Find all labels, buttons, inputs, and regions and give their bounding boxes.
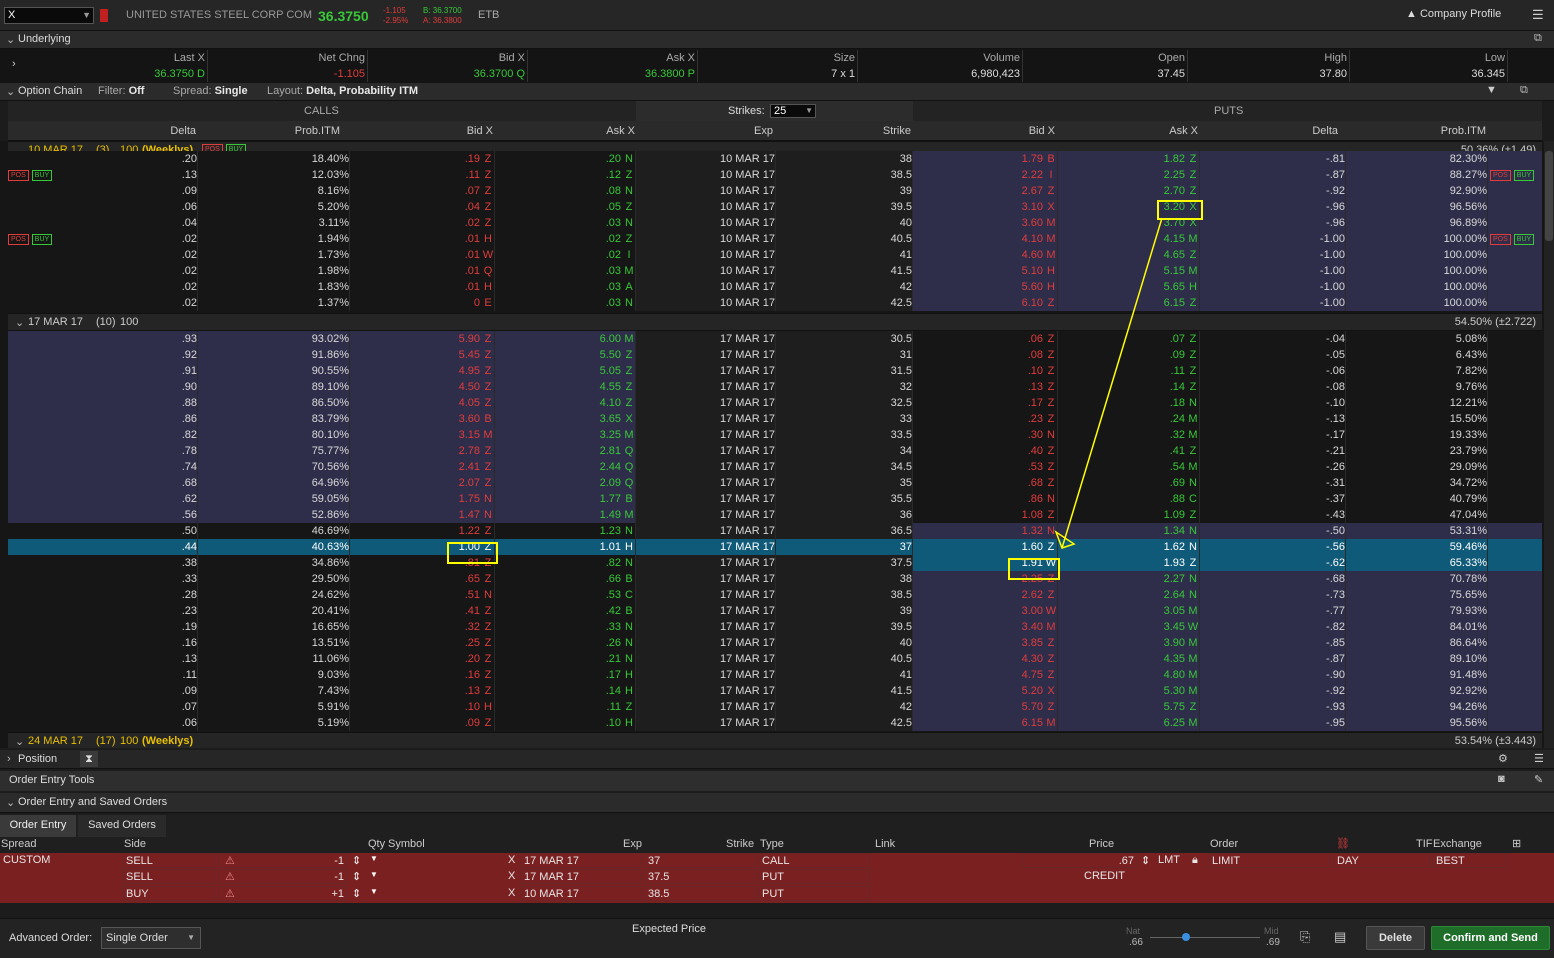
hdr-price: Price: [1089, 838, 1115, 850]
leg-qty-field[interactable]: ⚠ -1: [218, 869, 348, 884]
advanced-order-dropdown[interactable]: Single Order ▼: [101, 927, 201, 949]
qty-stepper-icon[interactable]: ⇕: [352, 870, 361, 883]
highlight-box-call-bid: [447, 542, 498, 564]
order-legs: SELL ⚠ -1 ⇕ ▼ X 17 MAR 17 37 CALL SELL ⚠ -1 ⇕ ▼ X 17 MA…: [0, 853, 1554, 903]
nat-value: .66: [1129, 937, 1143, 948]
leg-side-field[interactable]: SELL: [122, 869, 216, 884]
leg-qty-field[interactable]: ⚠ +1: [218, 886, 348, 901]
hdr-exchange: Exchange: [1433, 838, 1482, 850]
hdr-exp: Exp: [623, 838, 642, 850]
nat-label: Nat: [1126, 926, 1141, 936]
order-tabs: Order Entry Saved Orders: [0, 815, 1554, 837]
leg-qty-field[interactable]: ⚠ -1: [218, 853, 348, 868]
chevron-down-icon[interactable]: ▼: [370, 887, 378, 896]
leg-symbol[interactable]: X: [508, 887, 515, 899]
mid-value: .69: [1266, 937, 1280, 948]
mid-label: Mid: [1264, 926, 1279, 936]
hdr-spread: Spread: [1, 838, 37, 850]
menu-icon[interactable]: ☰: [1534, 752, 1544, 765]
tab-order-entry[interactable]: Order Entry: [0, 815, 76, 837]
position-bar: › Position ⧗ ⚙ ☰: [0, 750, 1554, 769]
delete-button[interactable]: Delete: [1366, 926, 1425, 950]
leg-side-field[interactable]: SELL: [122, 853, 216, 868]
leg-type-field[interactable]: CALL: [758, 853, 870, 868]
price-stepper-icon[interactable]: ⇕: [1141, 854, 1150, 867]
order-entry-tools-bar: Order Entry Tools ◙ ✎: [0, 771, 1554, 791]
hdr-order: Order: [1210, 838, 1239, 850]
lock-icon[interactable]: 🔒︎: [1192, 854, 1198, 867]
expected-price-label: Expected Price: [632, 923, 706, 935]
credit-label: CREDIT: [1084, 870, 1125, 882]
filter-icon[interactable]: ⧗: [80, 751, 98, 767]
hdr-link: Link: [875, 838, 896, 850]
hdr-type: Type: [760, 838, 784, 850]
chevron-down-icon: ▼: [187, 933, 195, 942]
copy-icon[interactable]: ⎘: [1300, 929, 1310, 945]
hdr-symbol: Symbol: [388, 838, 425, 850]
order-price-field[interactable]: .67: [1022, 853, 1138, 868]
chevron-down-icon[interactable]: ▼: [370, 870, 378, 879]
hdr-strike: Strike: [726, 838, 755, 850]
order-type-field[interactable]: LIMIT: [1208, 853, 1330, 868]
arrow-line: [1061, 217, 1163, 549]
confirm-and-send-button[interactable]: Confirm and Send: [1431, 926, 1550, 950]
leg-side-field[interactable]: BUY: [122, 886, 216, 901]
leg-symbol[interactable]: X: [508, 854, 515, 866]
order-header-row: Spread Side Qty Symbol Exp Strike Type L…: [0, 837, 1554, 853]
order-spread-field[interactable]: CUSTOM: [0, 853, 122, 868]
advanced-order-label: Advanced Order:: [9, 932, 93, 944]
qty-stepper-icon[interactable]: ⇕: [352, 887, 361, 900]
leg-type-field[interactable]: PUT: [758, 886, 870, 901]
hdr-qty: Qty: [368, 838, 386, 850]
chevron-down-icon[interactable]: ▼: [370, 854, 378, 863]
leg-type-field[interactable]: PUT: [758, 869, 870, 884]
leg-strike-field[interactable]: 37: [644, 853, 756, 868]
order-entry-saved-header[interactable]: ⌄ Order Entry and Saved Orders: [0, 793, 1554, 813]
price-slider-track[interactable]: [1150, 937, 1260, 938]
warning-icon: ⚠: [225, 855, 235, 867]
price-slider-handle[interactable]: [1182, 933, 1190, 941]
leg-exp-field[interactable]: 10 MAR 17: [520, 886, 642, 901]
leg-strike-field[interactable]: 37.5: [644, 869, 756, 884]
leg-exp-field[interactable]: 17 MAR 17: [520, 869, 642, 884]
save-icon[interactable]: ▤: [1334, 929, 1346, 945]
camera-icon[interactable]: ◙: [1498, 773, 1505, 785]
highlight-box-put-ask: [1157, 200, 1203, 220]
chevron-right-icon[interactable]: ›: [7, 753, 11, 765]
pin-icon[interactable]: ✎: [1534, 773, 1543, 786]
leg-symbol[interactable]: X: [508, 870, 515, 882]
customize-icon[interactable]: ⊞: [1512, 837, 1521, 850]
exchange-field[interactable]: BEST: [1432, 853, 1508, 868]
order-entry-tools-title: Order Entry Tools: [9, 774, 95, 786]
qty-stepper-icon[interactable]: ⇕: [352, 854, 361, 867]
hdr-tif: TIF: [1416, 838, 1433, 850]
leg-exp-field[interactable]: 17 MAR 17: [520, 853, 642, 868]
tif-field[interactable]: DAY: [1333, 853, 1430, 868]
highlight-box-put-bid: [1008, 558, 1060, 580]
link-icon[interactable]: ⛓: [1336, 837, 1350, 850]
tab-saved-orders[interactable]: Saved Orders: [78, 815, 166, 837]
gear-icon[interactable]: ⚙: [1498, 752, 1508, 765]
order-footer: Advanced Order: Single Order ▼ Expected P…: [0, 918, 1554, 958]
order-entry-saved-title: Order Entry and Saved Orders: [18, 796, 168, 808]
warning-icon: ⚠: [225, 871, 235, 883]
hdr-side: Side: [124, 838, 147, 850]
position-tab[interactable]: Position: [18, 753, 57, 765]
chevron-down-icon[interactable]: ⌄: [6, 796, 15, 809]
price-type-lmt[interactable]: LMT: [1158, 854, 1180, 866]
warning-icon: ⚠: [225, 888, 235, 900]
leg-strike-field[interactable]: 38.5: [644, 886, 756, 901]
